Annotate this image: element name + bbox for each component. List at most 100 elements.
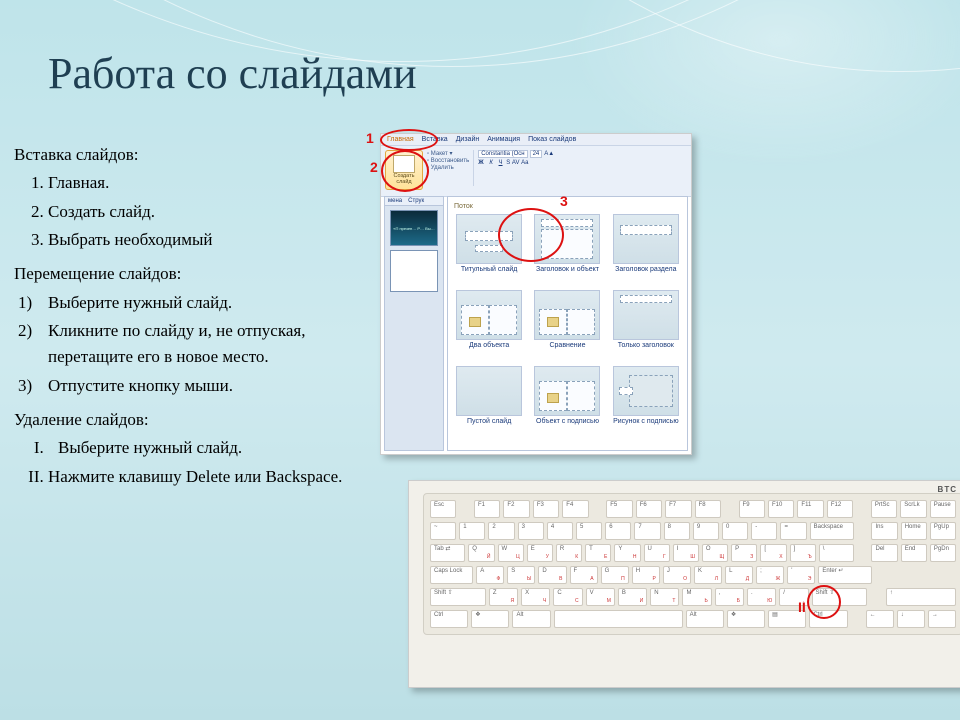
move-list: Выберите нужный слайд. Кликните по слайд… <box>14 290 374 399</box>
key: Ins <box>871 522 897 540</box>
layout-label: Объект с подписью <box>536 418 599 432</box>
layout-option: Объект с подписью <box>532 366 602 432</box>
key: SЫ <box>507 566 535 584</box>
key: YН <box>614 544 640 562</box>
insert-heading: Вставка слайдов: <box>14 142 374 168</box>
key: Pause <box>930 500 956 518</box>
key: 2 <box>488 522 514 540</box>
font-group: Constantia (Осн24A▲ Ж К Ч S AV Aa <box>478 150 554 166</box>
mini-delete: Удалить <box>427 165 469 171</box>
layout-label: Два объекта <box>469 342 509 356</box>
layout-label: Заголовок раздела <box>615 266 676 280</box>
layout-label: Титульный слайд <box>461 266 517 280</box>
key: ]Ъ <box>790 544 816 562</box>
slide-mini-menu: Макет ▾ Восстановить Удалить <box>427 150 469 171</box>
list-item: Отпустите кнопку мыши. <box>14 373 374 399</box>
key: AФ <box>476 566 504 584</box>
key: ❖ <box>471 610 509 628</box>
key: ← <box>866 610 894 628</box>
key: OЩ <box>702 544 728 562</box>
layout-flyout: Поток Титульный слайдЗаголовок и объектЗ… <box>447 196 688 451</box>
layout-thumb <box>456 290 522 340</box>
key: WЦ <box>498 544 524 562</box>
key: Esc <box>430 500 456 518</box>
key: KЛ <box>694 566 722 584</box>
mini-reset: Восстановить <box>427 158 469 164</box>
move-heading: Перемещение слайдов: <box>14 261 374 287</box>
layout-label: Пустой слайд <box>467 418 511 432</box>
tab-anim: Анимация <box>487 136 520 143</box>
layout-label: Заголовок и объект <box>536 266 599 280</box>
key: = <box>780 522 806 540</box>
key: ~ <box>430 522 456 540</box>
key: F9 <box>739 500 765 518</box>
key: Tab ⇄ <box>430 544 465 562</box>
callout-number-2: 2 <box>370 160 378 174</box>
layout-thumb <box>613 214 679 264</box>
tab-design: Дизайн <box>456 136 480 143</box>
key: 8 <box>664 522 690 540</box>
key: Ctrl <box>430 610 468 628</box>
key: F4 <box>562 500 588 518</box>
key: UГ <box>644 544 670 562</box>
thumb-tab: Струк <box>405 197 427 205</box>
font-size: 24 <box>530 150 543 158</box>
key: ❖ <box>727 610 765 628</box>
key: Home <box>901 522 927 540</box>
slide-thumbnail <box>390 250 438 292</box>
list-item: Выберите нужный слайд. <box>48 435 374 461</box>
layout-label: Только заголовок <box>618 342 674 356</box>
key: ;Ж <box>756 566 784 584</box>
key: F11 <box>797 500 823 518</box>
key: F6 <box>636 500 662 518</box>
key: 7 <box>634 522 660 540</box>
thumb-tab: мена <box>385 197 405 205</box>
key: HР <box>632 566 660 584</box>
keyboard-brand: BTC <box>938 485 957 494</box>
callout-circle-2 <box>381 150 429 192</box>
layout-option: Только заголовок <box>611 290 681 356</box>
layout-thumb <box>456 366 522 416</box>
key: EУ <box>527 544 553 562</box>
page-title: Работа со слайдами <box>48 50 417 98</box>
key: ↑ <box>886 588 956 606</box>
layout-option: Рисунок с подписью <box>611 366 681 432</box>
key: QЙ <box>468 544 494 562</box>
callout-number-II: II <box>798 600 806 614</box>
ppt-screenshot: Главная Вставка Дизайн Анимация Показ сл… <box>380 133 692 455</box>
layout-thumb <box>613 366 679 416</box>
key: PgDn <box>930 544 956 562</box>
key: GП <box>601 566 629 584</box>
key: ↓ <box>897 610 925 628</box>
key: - <box>751 522 777 540</box>
list-item: Главная. <box>48 170 374 196</box>
key: JО <box>663 566 691 584</box>
key: 1 <box>459 522 485 540</box>
layout-thumb <box>613 290 679 340</box>
layout-option: Пустой слайд <box>454 366 524 432</box>
key: 6 <box>605 522 631 540</box>
layout-label: Рисунок с подписью <box>613 418 679 432</box>
key: ,Б <box>715 588 744 606</box>
key: Shift ⇧ <box>430 588 486 606</box>
delete-list: Выберите нужный слайд. Нажмите клавишу D… <box>14 435 374 490</box>
key: [Х <box>760 544 786 562</box>
key: Alt <box>512 610 550 628</box>
key: CС <box>553 588 582 606</box>
key: XЧ <box>521 588 550 606</box>
key: DВ <box>538 566 566 584</box>
key: FА <box>570 566 598 584</box>
key: F2 <box>503 500 529 518</box>
key: VМ <box>586 588 615 606</box>
list-item: Нажмите клавишу Delete или Backspace. <box>48 464 374 490</box>
key: BИ <box>618 588 647 606</box>
key: F3 <box>533 500 559 518</box>
key: 3 <box>518 522 544 540</box>
tab-show: Показ слайдов <box>528 136 576 143</box>
instructions-column: Вставка слайдов: Главная. Создать слайд.… <box>14 140 374 498</box>
key: ZЯ <box>489 588 518 606</box>
key: PrtSc <box>871 500 897 518</box>
slide-thumbnail: «П презен… Р… Вы… <box>390 210 438 246</box>
key: F12 <box>827 500 853 518</box>
key: F7 <box>665 500 691 518</box>
